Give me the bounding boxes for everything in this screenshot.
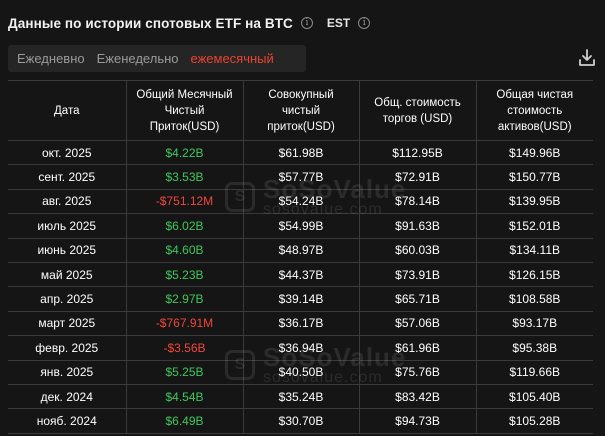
cell-net-assets: $95.38B [476, 335, 593, 361]
table-header-row: Дата Общий Месячный Чистый Приток(USD) С… [8, 81, 593, 141]
cell-date: май 2025 [8, 262, 127, 288]
tab-monthly[interactable]: ежемесячный [185, 51, 280, 66]
column-header-net-assets[interactable]: Общая чистая стоимость активов(USD) [476, 81, 593, 141]
cell-date: нояб. 2024 [8, 408, 127, 434]
cell-cumulative-inflow: $36.94B [243, 335, 360, 361]
period-tabs: Ежедневно Еженедельно ежемесячный [8, 45, 306, 72]
cell-trading-volume: $83.42B [359, 384, 477, 410]
cell-date: март 2025 [8, 311, 127, 337]
table-row[interactable]: март 2025 -$767.91M $36.17B $57.06B $93.17B [8, 311, 593, 337]
cell-net-assets: $126.15B [476, 262, 593, 288]
cell-monthly-inflow: $4.54B [126, 384, 244, 410]
table-row[interactable]: нояб. 2024 $6.49B $30.70B $94.73B $105.28B [8, 408, 593, 434]
cell-cumulative-inflow: $54.99B [243, 213, 360, 239]
cell-trading-volume: $60.03B [359, 238, 477, 263]
cell-monthly-inflow: $5.23B [126, 262, 244, 288]
timezone-label[interactable]: EST [327, 16, 350, 30]
cell-cumulative-inflow: $39.14B [243, 286, 360, 312]
tab-weekly[interactable]: Еженедельно [91, 51, 185, 66]
cell-cumulative-inflow: $40.50B [243, 360, 360, 385]
column-header-trading-volume[interactable]: Общ. стоимость торгов (USD) [359, 81, 477, 141]
cell-trading-volume: $112.95B [359, 140, 477, 166]
cell-monthly-inflow: $6.02B [126, 213, 244, 239]
cell-net-assets: $119.66B [476, 360, 593, 385]
cell-net-assets: $105.40B [476, 384, 593, 410]
table-row[interactable]: сент. 2025 $3.53B $57.77B $72.91B $150.77B [8, 164, 593, 190]
table-row[interactable]: дек. 2024 $4.54B $35.24B $83.42B $105.40B [8, 384, 593, 410]
timezone-info-icon[interactable]: i [358, 17, 371, 29]
cell-cumulative-inflow: $30.70B [243, 408, 360, 434]
cell-net-assets: $150.77B [476, 164, 593, 190]
download-icon[interactable] [578, 48, 596, 68]
cell-net-assets: $108.58B [476, 286, 593, 312]
cell-monthly-inflow: -$751.12M [126, 189, 244, 215]
cell-trading-volume: $91.63B [359, 213, 477, 239]
cell-net-assets: $134.11B [476, 238, 593, 263]
table-row[interactable]: авг. 2025 -$751.12M $54.24B $78.14B $139.95B [8, 189, 593, 215]
cell-cumulative-inflow: $36.17B [243, 311, 360, 337]
header: Данные по истории спотовых ETF на BTC i … [8, 10, 371, 36]
cell-cumulative-inflow: $54.24B [243, 189, 360, 215]
cell-date: сент. 2025 [8, 164, 127, 190]
cell-trading-volume: $65.71B [359, 286, 477, 312]
etf-history-table: Дата Общий Месячный Чистый Приток(USD) С… [8, 80, 593, 434]
cell-trading-volume: $78.14B [359, 189, 477, 215]
cell-monthly-inflow: $5.25B [126, 360, 244, 385]
table-row[interactable]: окт. 2025 $4.22B $61.98B $112.95B $149.96B [8, 140, 593, 166]
cell-date: дек. 2024 [8, 384, 127, 410]
cell-monthly-inflow: $2.97B [126, 286, 244, 312]
cell-cumulative-inflow: $57.77B [243, 164, 360, 190]
page-title: Данные по истории спотовых ETF на BTC [8, 15, 293, 31]
table-row[interactable]: апр. 2025 $2.97B $39.14B $65.71B $108.58B [8, 286, 593, 312]
cell-net-assets: $139.95B [476, 189, 593, 215]
cell-monthly-inflow: $3.53B [126, 164, 244, 190]
cell-monthly-inflow: $6.49B [126, 408, 244, 434]
cell-date: июнь 2025 [8, 238, 127, 263]
cell-net-assets: $152.01B [476, 213, 593, 239]
table-row[interactable]: май 2025 $5.23B $44.37B $73.91B $126.15B [8, 262, 593, 288]
cell-date: февр. 2025 [8, 335, 127, 361]
column-header-date[interactable]: Дата [8, 81, 127, 141]
cell-date: янв. 2025 [8, 360, 127, 385]
cell-cumulative-inflow: $44.37B [243, 262, 360, 288]
column-header-monthly-inflow[interactable]: Общий Месячный Чистый Приток(USD) [126, 81, 244, 141]
table-row[interactable]: февр. 2025 -$3.56B $36.94B $61.96B $95.38B [8, 335, 593, 361]
cell-trading-volume: $73.91B [359, 262, 477, 288]
cell-net-assets: $149.96B [476, 140, 593, 166]
cell-date: авг. 2025 [8, 189, 127, 215]
table-row[interactable]: янв. 2025 $5.25B $40.50B $75.76B $119.66B [8, 360, 593, 385]
info-icon[interactable]: i [300, 17, 313, 29]
cell-cumulative-inflow: $61.98B [243, 140, 360, 166]
cell-date: окт. 2025 [8, 140, 127, 166]
cell-net-assets: $93.17B [476, 311, 593, 337]
cell-cumulative-inflow: $35.24B [243, 384, 360, 410]
cell-monthly-inflow: -$767.91M [126, 311, 244, 337]
table-body: окт. 2025 $4.22B $61.98B $112.95B $149.96B се… [8, 140, 593, 434]
cell-trading-volume: $61.96B [359, 335, 477, 361]
cell-date: июль 2025 [8, 213, 127, 239]
cell-date: апр. 2025 [8, 286, 127, 312]
cell-trading-volume: $72.91B [359, 164, 477, 190]
cell-monthly-inflow: $4.22B [126, 140, 244, 166]
cell-trading-volume: $57.06B [359, 311, 477, 337]
table-row[interactable]: июнь 2025 $4.60B $48.97B $60.03B $134.11B [8, 238, 593, 263]
table-row[interactable]: июль 2025 $6.02B $54.99B $91.63B $152.01B [8, 213, 593, 239]
cell-cumulative-inflow: $48.97B [243, 238, 360, 263]
cell-trading-volume: $75.76B [359, 360, 477, 385]
cell-monthly-inflow: -$3.56B [126, 335, 244, 361]
tab-daily[interactable]: Ежедневно [8, 51, 91, 66]
column-header-cumulative-inflow[interactable]: Совокупный чистый приток(USD) [243, 81, 360, 141]
cell-net-assets: $105.28B [476, 408, 593, 434]
cell-monthly-inflow: $4.60B [126, 238, 244, 263]
cell-trading-volume: $94.73B [359, 408, 477, 434]
